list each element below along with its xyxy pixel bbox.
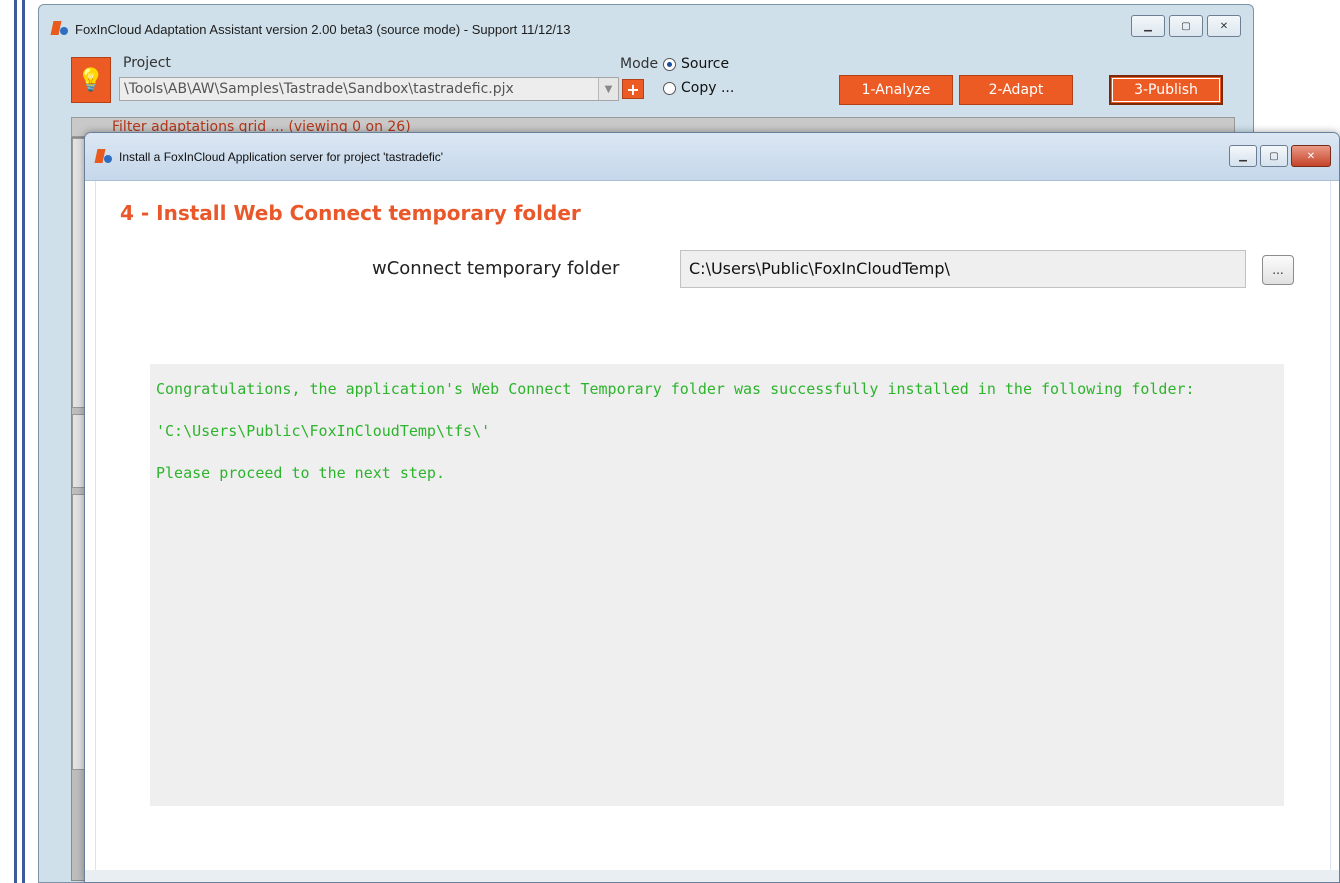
step-title: 4 - Install Web Connect temporary folder [120,201,581,225]
dialog-bottom-strip [85,870,1339,882]
divider [22,0,25,883]
project-label: Project [123,55,171,71]
dialog-window-controls: ▁ ▢ ✕ [1229,145,1331,167]
chevron-down-icon[interactable]: ▼ [598,78,618,100]
message-panel: Congratulations, the application's Web C… [150,364,1284,806]
maximize-button[interactable]: ▢ [1260,145,1288,167]
mode-option-label: Copy ... [681,80,735,96]
background-strip [0,0,40,883]
mode-radio-source[interactable]: Source [663,56,729,72]
maximize-button[interactable]: ▢ [1169,15,1203,37]
foxincloud-logo-icon [51,21,69,37]
success-message: Congratulations, the application's Web C… [156,380,1195,398]
dialog-content: 4 - Install Web Connect temporary folder… [95,181,1331,882]
temp-folder-input[interactable]: C:\Users\Public\FoxInCloudTemp\ [680,250,1246,288]
window-titlebar: FoxInCloud Adaptation Assistant version … [39,5,1253,53]
next-step-message: Please proceed to the next step. [156,464,445,482]
analyze-button[interactable]: 1-Analyze [839,75,953,105]
foxincloud-logo-icon [95,149,113,165]
radio-selected-icon [663,57,676,71]
project-path: \Tools\AB\AW\Samples\Tastrade\Sandbox\ta… [124,81,514,97]
add-project-button[interactable]: + [622,79,644,99]
project-combo[interactable]: \Tools\AB\AW\Samples\Tastrade\Sandbox\ta… [119,77,619,101]
dialog-title: Install a FoxInCloud Application server … [119,149,444,164]
mode-option-label: Source [681,56,730,72]
mode-radio-copy[interactable]: Copy ... [663,80,734,96]
mode-label: Mode [620,56,659,72]
divider [14,0,17,883]
close-button[interactable]: ✕ [1207,15,1241,37]
install-server-dialog: Install a FoxInCloud Application server … [84,132,1340,883]
window-controls: ▁ ▢ ✕ [1131,15,1241,37]
adapt-button[interactable]: 2-Adapt [959,75,1073,105]
minimize-button[interactable]: ▁ [1229,145,1257,167]
publish-button[interactable]: 3-Publish [1109,75,1223,105]
lightbulb-icon[interactable]: 💡 [71,57,111,103]
installed-path-message: 'C:\Users\Public\FoxInCloudTemp\tfs\' [156,422,491,440]
minimize-button[interactable]: ▁ [1131,15,1165,37]
browse-button[interactable]: ... [1262,255,1294,285]
close-button[interactable]: ✕ [1291,145,1331,167]
window-title: FoxInCloud Adaptation Assistant version … [75,21,571,37]
radio-unselected-icon [663,81,676,95]
dialog-titlebar: Install a FoxInCloud Application server … [85,133,1339,181]
field-label: wConnect temporary folder [372,258,620,279]
